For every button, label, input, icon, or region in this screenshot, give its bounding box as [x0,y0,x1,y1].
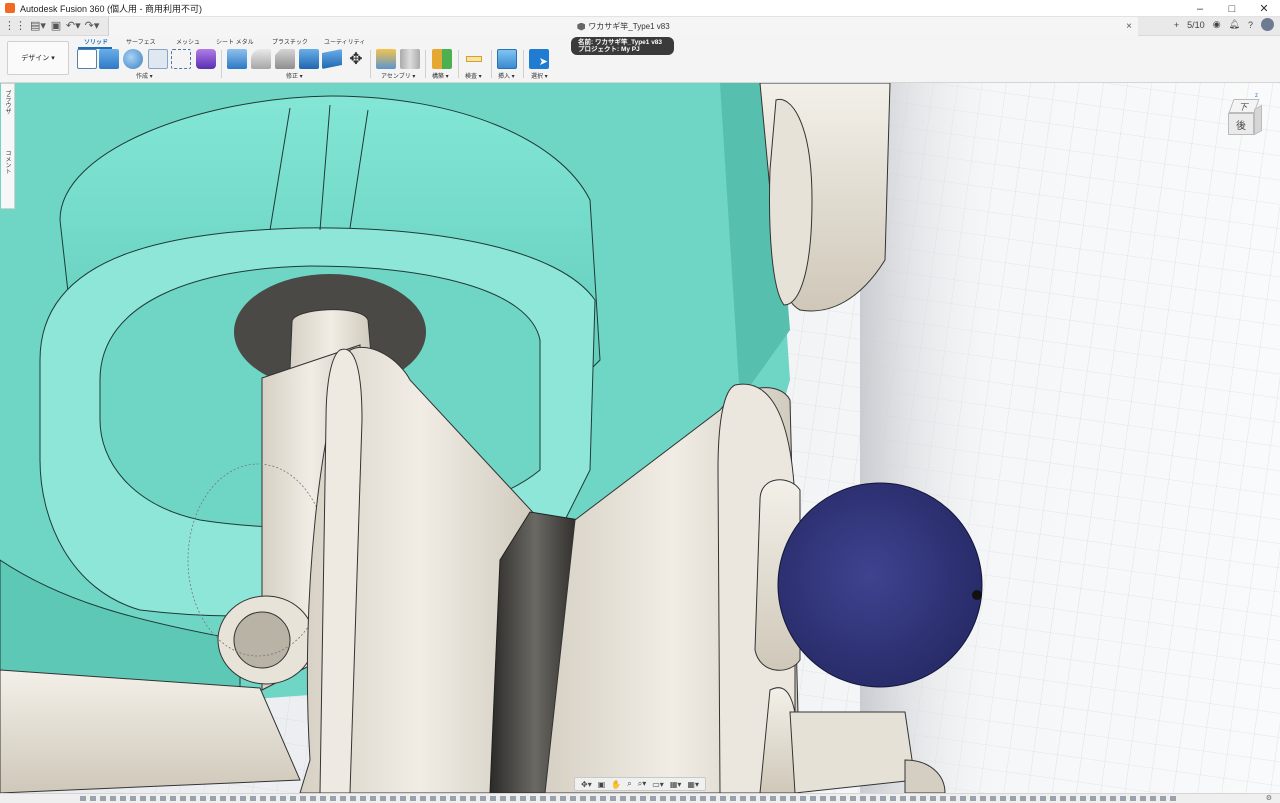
navigation-bar: ✥▾ ▣ ✋ ⌕ ⌕▾ ▭▾ ▦▾ ▦▾ [574,777,706,791]
zoom-window-icon[interactable]: ⌕▾ [638,779,647,789]
close-button[interactable]: ✕ [1248,0,1280,17]
tooltip-project-line: プロジェクト: My PJ [578,46,640,53]
application-bar-icons: ⋮⋮ ▤▾ ▣ ↶▾ ↷▾ [4,19,99,32]
viewcube-back-face[interactable]: 後 [1228,113,1254,135]
zoom-icon[interactable]: ⌕ [627,779,631,789]
create-sketch-icon[interactable] [77,49,97,69]
window-controls: – □ ✕ [1184,0,1280,17]
document-tab-bar: ⋮⋮ ▤▾ ▣ ↶▾ ↷▾ ワカサギ竿_Type1 v83 × + 5/10 ◉… [0,17,1280,36]
group-assemble-label[interactable]: アセンブリ ▾ [381,71,415,80]
press-pull-icon[interactable] [227,49,247,69]
undo-icon[interactable]: ↶▾ [66,19,81,32]
viewcube-side-face[interactable] [1254,104,1262,136]
offset-plane-icon[interactable] [432,49,452,69]
tooltip-name-line: 名前: ワカサギ竿_Type1 v83 [578,39,663,46]
save-icon[interactable]: ▣ [50,19,62,32]
group-select-label[interactable]: 選択 ▾ [531,71,548,80]
fillet-icon[interactable] [251,49,271,69]
separator [370,50,371,78]
extrude-icon[interactable] [99,49,119,69]
tab-sheet-metal[interactable]: シート メタル [216,37,254,46]
shell-icon[interactable] [299,49,319,69]
select-icon[interactable]: ➤ [529,49,549,69]
group-inspect-label[interactable]: 検査 ▾ [465,71,482,80]
pan-icon[interactable]: ✋ [611,780,621,789]
lower-rod [0,669,301,793]
group-construct-label[interactable]: 構築 ▾ [432,71,449,80]
mesh-icon[interactable] [148,49,168,69]
group-create-label[interactable]: 作成 ▾ [136,71,153,80]
separator [425,50,426,78]
hex-nut [789,711,916,793]
model-canvas[interactable] [0,83,1280,793]
ball-hole [972,590,982,600]
display-settings-icon[interactable]: ▭▾ [652,780,664,789]
group-modify-label[interactable]: 修正 ▾ [286,71,303,80]
document-tooltip: 名前: ワカサギ竿_Type1 v83 プロジェクト: My PJ [571,37,674,55]
document-tab[interactable]: ワカサギ竿_Type1 v83 × [108,17,1138,36]
timeline-settings-icon[interactable]: ⚙ [1266,794,1272,802]
joint-icon[interactable] [400,49,420,69]
form-icon[interactable] [196,49,216,69]
tab-solid[interactable]: ソリッド [84,37,108,46]
notifications-icon[interactable]: 🔔︎ [1229,19,1240,30]
document-cube-icon [577,22,586,31]
separator [491,50,492,78]
grid-menu-icon[interactable]: ⋮⋮ [4,19,26,32]
workspace-switcher[interactable]: デザイン ▾ [7,41,69,75]
help-icon[interactable]: ? [1248,20,1253,30]
group-insert-label[interactable]: 挿入 ▾ [498,71,515,80]
sheet-metal-flange-icon[interactable] [171,49,191,69]
tab-surface[interactable]: サーフェス [126,37,156,46]
extensions-icon[interactable]: ◉ [1213,19,1221,30]
separator [458,50,459,78]
move-icon[interactable]: ✥ [346,49,366,69]
canvas-viewport[interactable]: ブラウザ コメント 下 後 z [0,83,1280,793]
tab-utility[interactable]: ユーティリティ [324,37,365,46]
avatar[interactable] [1261,18,1274,31]
tab-bar-right: + 5/10 ◉ 🔔︎ ? [1174,18,1274,31]
ruler-icon [466,56,482,62]
grid-settings-icon[interactable]: ▦▾ [670,780,682,789]
fusion-logo-icon [5,3,15,13]
chamfer-icon[interactable] [275,49,295,69]
comments-tab-label[interactable]: コメント [3,150,12,174]
combine-icon[interactable] [322,49,342,69]
minimize-button[interactable]: – [1184,0,1216,17]
viewports-icon[interactable]: ▦▾ [687,780,699,789]
maximize-button[interactable]: □ [1216,0,1248,17]
navy-ball-knob [777,482,983,688]
window-title: Autodesk Fusion 360 (個人用 - 商用利用不可) [20,3,203,14]
browser-panel-tab[interactable]: ブラウザ コメント [1,83,15,209]
job-status[interactable]: 5/10 [1187,20,1205,30]
orbit-icon[interactable]: ✥▾ [581,780,592,789]
insert-image-icon[interactable] [497,49,517,69]
viewcube[interactable]: 下 後 z [1225,93,1265,139]
measure-icon[interactable] [464,49,484,69]
new-tab-icon[interactable]: + [1174,20,1179,30]
document-tab-label: ワカサギ竿_Type1 v83 [588,22,670,31]
viewcube-axis-icon: z [1255,93,1258,99]
timeline-features[interactable] [80,796,1180,801]
upper-wheel [759,83,891,312]
tab-mesh[interactable]: メッシュ [176,37,200,46]
file-menu-icon[interactable]: ▤▾ [30,19,46,32]
timeline-bar[interactable]: ⚙ [0,793,1280,803]
separator [523,50,524,78]
redo-icon[interactable]: ↷▾ [85,19,100,32]
close-tab-icon[interactable]: × [1126,21,1132,32]
separator [221,50,222,78]
new-component-icon[interactable] [376,49,396,69]
tab-plastic[interactable]: プラスチック [272,37,308,46]
browser-tab-label[interactable]: ブラウザ [3,90,12,114]
title-bar: Autodesk Fusion 360 (個人用 - 商用利用不可) – □ ✕ [0,0,1280,17]
revolve-surface-icon[interactable] [123,49,143,69]
look-at-icon[interactable]: ▣ [598,780,606,789]
